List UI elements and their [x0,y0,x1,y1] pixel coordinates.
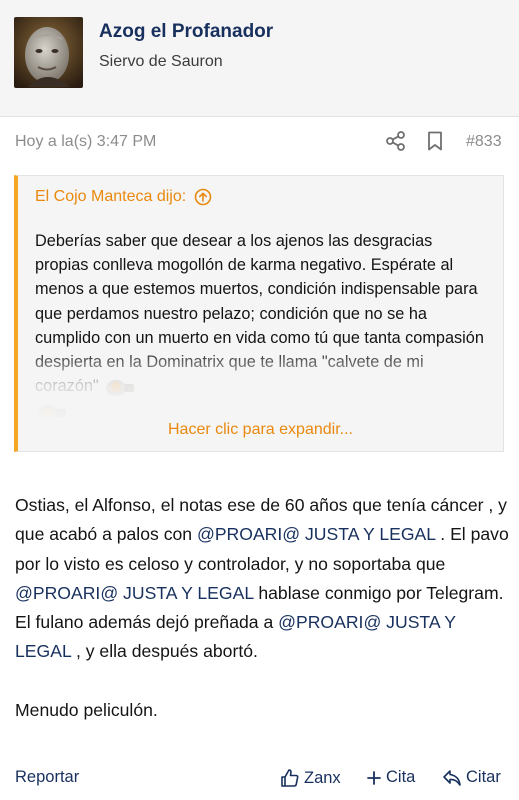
quote-label: Cita [386,768,416,786]
user-header: Azog el Profanador Siervo de Sauron [0,0,519,117]
like-button[interactable]: Zanx [280,768,341,788]
expand-link[interactable]: Hacer clic para expandir... [18,421,503,439]
reply-button[interactable]: Citar [442,768,501,787]
post-number[interactable]: #833 [466,133,502,151]
reply-icon [443,769,461,786]
user-title: Siervo de Sauron [99,53,223,70]
avatar-image [14,17,83,88]
quote-header[interactable]: El Cojo Manteca dijo: [35,188,212,206]
quote-fade [18,346,503,426]
like-label: Zanx [304,768,341,787]
bookmark-icon[interactable] [426,131,444,151]
report-button[interactable]: Reportar [15,768,79,787]
thumbs-up-icon [281,769,299,787]
mention-link[interactable]: @PROARI@ JUSTA Y LEGAL [197,524,435,544]
quote-button[interactable]: Cita [366,768,415,787]
post-content: Ostias, el Alfonso, el notas ese de 60 a… [15,491,510,725]
share-icon[interactable] [385,130,407,152]
username[interactable]: Azog el Profanador [99,21,273,43]
post-text: , y ella después abortó. [71,641,258,662]
report-label: Reportar [15,768,80,786]
reply-label: Citar [466,768,501,786]
avatar[interactable] [14,17,83,88]
quote-block: El Cojo Manteca dijo: Deberías saber que… [14,175,504,452]
quote-author[interactable]: El Cojo Manteca dijo: [35,188,186,206]
post-text: Menudo peliculón. [15,699,158,720]
arrow-up-circle-icon[interactable] [194,188,212,206]
post-date[interactable]: Hoy a la(s) 3:47 PM [15,133,156,151]
plus-icon [367,770,381,785]
mention-link[interactable]: @PROARI@ JUSTA Y LEGAL [15,583,253,603]
